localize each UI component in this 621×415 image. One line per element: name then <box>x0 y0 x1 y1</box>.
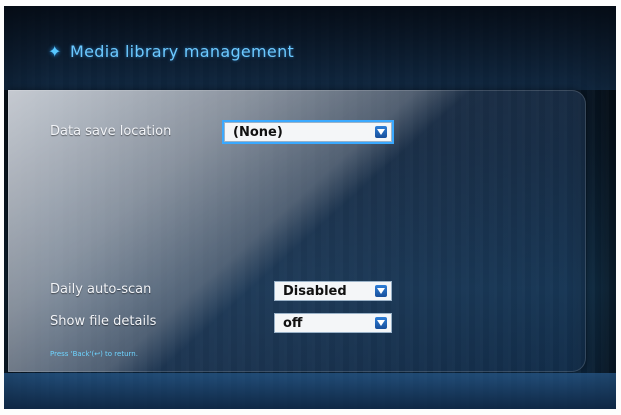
media-settings-screen: ✦ Media library management Data save loc… <box>4 6 616 409</box>
chevron-down-icon <box>375 126 387 138</box>
sparkle-icon: ✦ <box>48 41 62 61</box>
data-save-location-select[interactable]: (None) <box>222 120 394 144</box>
daily-auto-scan-value: Disabled <box>283 283 347 299</box>
footer-band <box>4 373 616 409</box>
page-title: Media library management <box>70 42 295 61</box>
page-header: ✦ Media library management <box>48 42 294 61</box>
data-save-location-label: Data save location <box>50 124 172 139</box>
chevron-down-icon <box>375 317 387 329</box>
show-file-details-select[interactable]: off <box>274 313 392 333</box>
chevron-down-icon <box>375 285 387 297</box>
daily-auto-scan-select[interactable]: Disabled <box>274 281 392 301</box>
show-file-details-value: off <box>283 315 303 331</box>
show-file-details-label: Show file details <box>50 314 157 329</box>
data-save-location-value: (None) <box>233 124 283 140</box>
back-hint: Press 'Back'(↩) to return. <box>50 350 138 358</box>
daily-auto-scan-label: Daily auto-scan <box>50 282 152 297</box>
